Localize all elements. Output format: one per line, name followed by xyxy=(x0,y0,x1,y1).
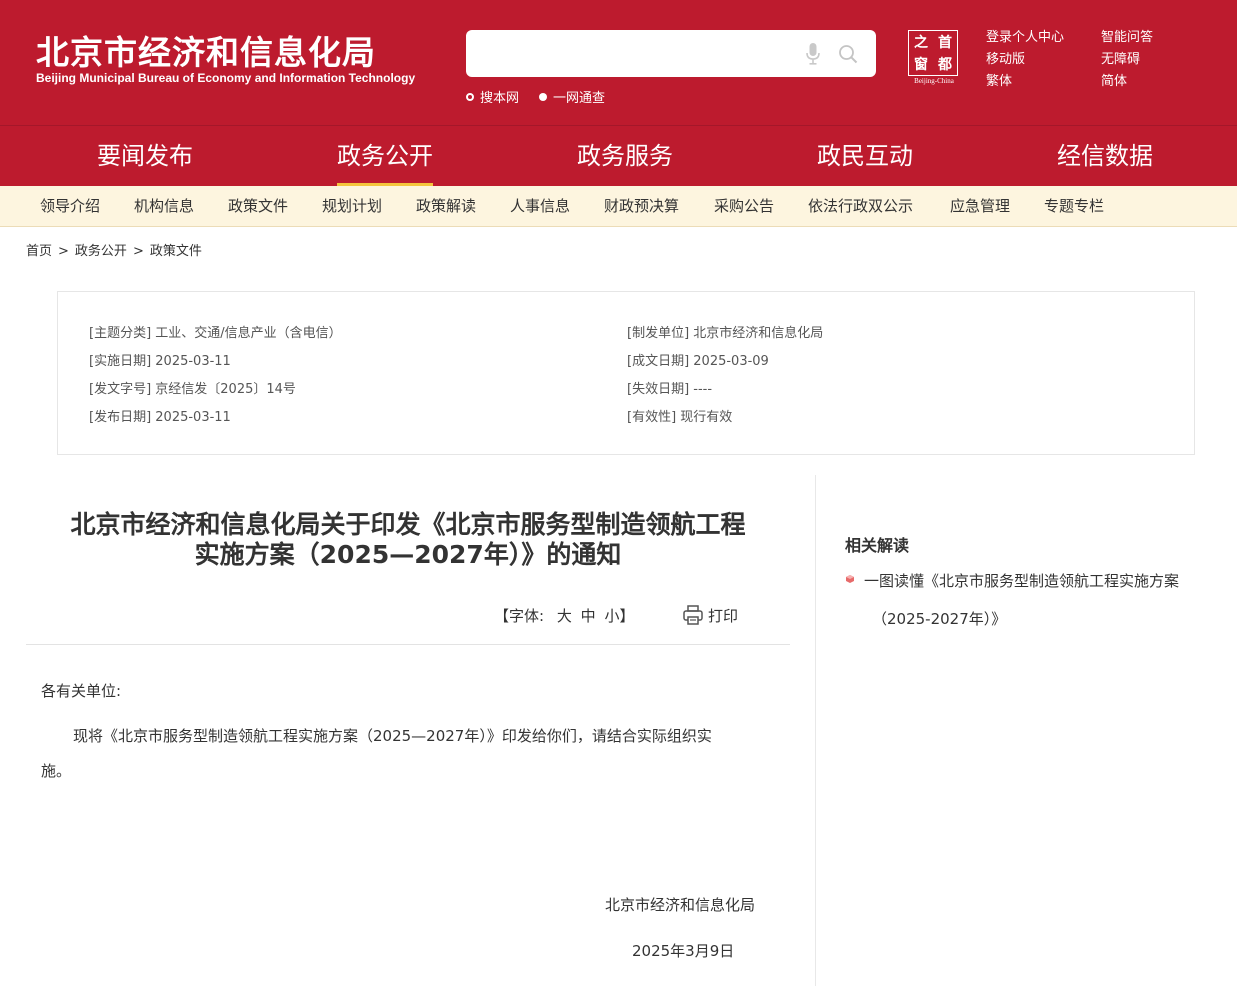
article-title: 北京市经济和信息化局关于印发《北京市服务型制造领航工程 实施方案（2025—20… xyxy=(26,510,790,570)
breadcrumb-sep: > xyxy=(58,244,69,259)
seal-icon: 之 首 窗 都 xyxy=(908,30,958,76)
bullet-icon xyxy=(846,575,854,583)
article-title-line: 实施方案（2025—2027年）》的通知 xyxy=(194,540,622,569)
meta-impl-date: [实施日期] 2025-03-11 xyxy=(89,354,231,369)
traditional-link[interactable]: 繁体 xyxy=(986,71,1064,93)
breadcrumb-home[interactable]: 首页 xyxy=(26,244,52,259)
article-salutation: 各有关单位: xyxy=(41,682,122,700)
simplified-link[interactable]: 简体 xyxy=(1101,71,1153,93)
scope-all-label: 一网通查 xyxy=(553,91,606,106)
meta-doc-no: [发文字号] 京经信发〔2025〕14号 xyxy=(89,382,296,397)
main-nav: 要闻发布 政务公开 政务服务 政民互动 经信数据 xyxy=(0,125,1237,186)
print-button[interactable]: 打印 xyxy=(708,605,738,626)
breadcrumb-sep: > xyxy=(132,244,144,259)
font-size-control: 【字体: 大 中 小】 xyxy=(494,605,634,626)
related-reading-link[interactable]: 一图读懂《北京市服务型制造领航工程实施方案 （2025-2027年）》 xyxy=(864,562,1209,638)
sub-nav-item[interactable]: 依法行政双公示 xyxy=(808,186,913,226)
font-size-label: 【字体: xyxy=(494,607,545,625)
breadcrumb-level2[interactable]: 政策文件 xyxy=(150,244,202,259)
meta-validity: [有效性] 现行有效 xyxy=(627,410,733,425)
meta-pub-date: [发布日期] 2025-03-11 xyxy=(89,410,231,425)
sub-nav-item[interactable]: 机构信息 xyxy=(134,186,194,226)
article-divider xyxy=(26,644,790,645)
sub-nav-item[interactable]: 政策解读 xyxy=(416,186,476,226)
seal-char: 都 xyxy=(938,57,952,73)
radio-unselected-icon xyxy=(466,92,474,101)
mic-icon[interactable] xyxy=(806,43,820,65)
main-nav-item-active[interactable]: 政务公开 xyxy=(337,126,433,186)
sub-nav-item[interactable]: 规划计划 xyxy=(322,186,382,226)
document-meta-box: [主题分类] 工业、交通/信息产业（含电信） [实施日期] 2025-03-11… xyxy=(57,291,1195,455)
radio-selected-icon xyxy=(539,92,547,101)
sub-nav-item[interactable]: 政策文件 xyxy=(228,186,288,226)
article-signature: 北京市经济和信息化局 xyxy=(605,896,756,914)
sub-nav-item[interactable]: 采购公告 xyxy=(714,186,774,226)
main-nav-item[interactable]: 要闻发布 xyxy=(97,126,193,186)
site-header: 北京市经济和信息化局 Beijing Municipal Bureau of E… xyxy=(0,0,1237,125)
main-nav-item[interactable]: 政务服务 xyxy=(577,126,673,186)
breadcrumb-level1[interactable]: 政务公开 xyxy=(75,244,127,259)
meta-written-date: [成文日期] 2025-03-09 xyxy=(627,354,769,369)
font-large-button[interactable]: 大 xyxy=(557,607,572,625)
seal-char: 首 xyxy=(938,35,952,51)
article-title-line: 北京市经济和信息化局关于印发《北京市服务型制造领航工程 xyxy=(70,510,746,539)
article-date: 2025年3月9日 xyxy=(632,942,735,960)
article-body: 现将《北京市服务型制造领航工程实施方案（2025—2027年）》印发给你们，请结… xyxy=(73,727,712,745)
login-link[interactable]: 登录个人中心 xyxy=(986,27,1064,49)
main-nav-item[interactable]: 政民互动 xyxy=(817,126,913,186)
scope-site-label: 搜本网 xyxy=(480,91,520,106)
site-logo-en: Beijing Municipal Bureau of Economy and … xyxy=(36,71,416,85)
scope-site-option[interactable]: 搜本网 xyxy=(466,87,519,106)
header-links-left: 登录个人中心 移动版 繁体 xyxy=(986,27,1064,93)
site-logo-cn[interactable]: 北京市经济和信息化局 xyxy=(36,26,376,74)
font-medium-button[interactable]: 中 xyxy=(581,607,596,625)
scope-all-option[interactable]: 一网通查 xyxy=(539,87,605,106)
column-divider xyxy=(815,475,816,986)
related-reading-title: 相关解读 xyxy=(845,536,910,555)
sub-nav-item[interactable]: 应急管理 xyxy=(950,186,1010,226)
sub-nav-item[interactable]: 领导介绍 xyxy=(40,186,100,226)
seal-en: Beijing-China xyxy=(914,77,954,85)
accessibility-link[interactable]: 无障碍 xyxy=(1101,49,1153,71)
seal-char: 之 xyxy=(914,35,928,51)
print-icon[interactable] xyxy=(682,604,704,626)
main-nav-item[interactable]: 经信数据 xyxy=(1057,126,1153,186)
breadcrumb: 首页 > 政务公开 > 政策文件 xyxy=(26,240,202,259)
sub-nav-item[interactable]: 人事信息 xyxy=(510,186,570,226)
article-body: 施。 xyxy=(41,762,72,780)
sub-nav: 领导介绍 机构信息 政策文件 规划计划 政策解读 人事信息 财政预决算 采购公告… xyxy=(0,186,1237,227)
sub-nav-item[interactable]: 专题专栏 xyxy=(1044,186,1104,226)
search-icon[interactable] xyxy=(838,44,858,64)
header-links-right: 智能问答 无障碍 简体 xyxy=(1101,27,1153,93)
meta-topic: [主题分类] 工业、交通/信息产业（含电信） xyxy=(89,326,342,341)
smart-qa-link[interactable]: 智能问答 xyxy=(1101,27,1153,49)
meta-expire-date: [失效日期] ---- xyxy=(627,382,713,397)
related-reading-link-line: （2025-2027年）》 xyxy=(872,610,1007,628)
capital-window-logo[interactable]: 之 首 窗 都 Beijing-China xyxy=(908,30,960,86)
sub-nav-item[interactable]: 财政预决算 xyxy=(604,186,679,226)
mobile-link[interactable]: 移动版 xyxy=(986,49,1064,71)
search-box[interactable] xyxy=(466,30,876,77)
meta-issuer: [制发单位] 北京市经济和信息化局 xyxy=(627,326,824,341)
related-reading-link-line: 一图读懂《北京市服务型制造领航工程实施方案 xyxy=(864,572,1180,590)
seal-char: 窗 xyxy=(914,57,928,73)
font-size-close: 】 xyxy=(619,607,635,625)
font-small-button[interactable]: 小 xyxy=(604,607,619,625)
